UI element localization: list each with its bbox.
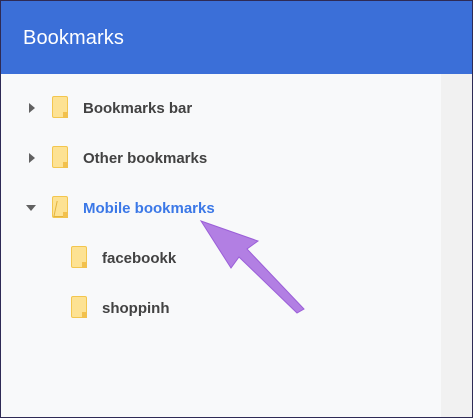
header-bar: Bookmarks <box>1 1 472 74</box>
bookmarks-window: Bookmarks Bookmarks bar Other bookmarks … <box>0 0 473 418</box>
tree-item-label: facebookk <box>102 250 177 267</box>
folder-icon <box>71 296 87 318</box>
collapse-arrow-icon[interactable] <box>26 205 36 211</box>
page-title: Bookmarks <box>23 27 124 49</box>
purple-pointer-arrow-icon <box>199 220 305 314</box>
folder-icon <box>71 246 87 268</box>
tree-item-label: shoppinh <box>102 300 170 317</box>
open-folder-icon <box>52 196 68 218</box>
tree-item-label: Bookmarks bar <box>83 100 193 117</box>
tree-item-other-bookmarks[interactable]: Other bookmarks <box>1 140 441 176</box>
tree-item-bookmarks-bar[interactable]: Bookmarks bar <box>1 90 441 126</box>
expand-arrow-icon[interactable] <box>29 103 35 113</box>
folder-icon <box>52 96 68 118</box>
side-gutter <box>441 74 472 417</box>
tree-item-label: Other bookmarks <box>83 150 208 167</box>
folder-icon <box>52 146 68 168</box>
expand-arrow-icon[interactable] <box>29 153 35 163</box>
